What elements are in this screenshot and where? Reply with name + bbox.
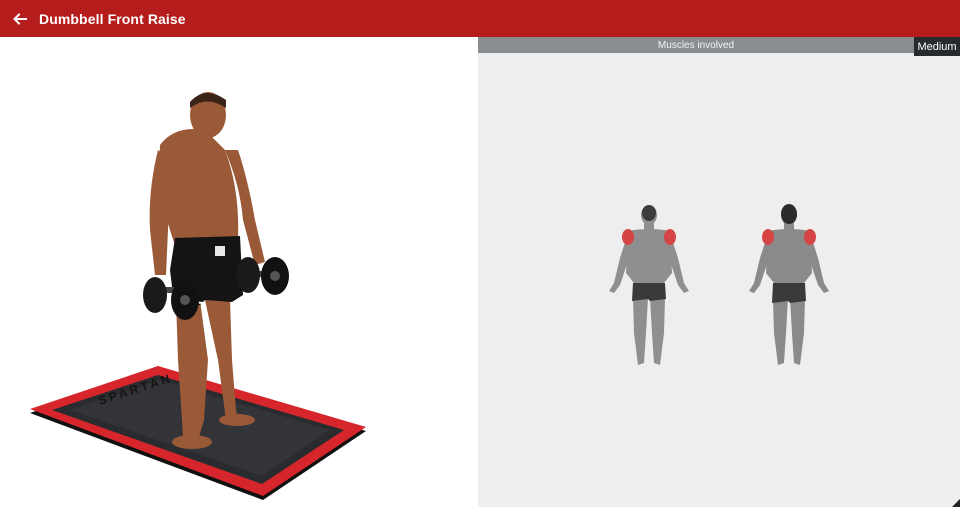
difficulty-badge: Medium: [914, 37, 960, 56]
arrow-left-icon: [13, 12, 27, 25]
muscle-map-front: [609, 205, 689, 365]
muscle-map-back: [749, 204, 829, 365]
page-title: Dumbbell Front Raise: [39, 10, 186, 27]
exercise-illustration-pane: SPARTAN: [0, 37, 478, 507]
resize-corner-icon: [952, 499, 960, 507]
dumbbell-left: [143, 277, 199, 320]
front-deltoid-left: [622, 229, 634, 245]
rear-deltoid-right: [804, 229, 816, 245]
back-button[interactable]: [0, 0, 40, 37]
muscles-panel: Muscles involved Medium: [478, 37, 960, 507]
app-bar: Dumbbell Front Raise: [0, 0, 960, 37]
muscles-header: Muscles involved: [478, 37, 914, 53]
rear-deltoid-left: [762, 229, 774, 245]
exercise-illustration: SPARTAN: [30, 92, 366, 500]
front-deltoid-right: [664, 229, 676, 245]
